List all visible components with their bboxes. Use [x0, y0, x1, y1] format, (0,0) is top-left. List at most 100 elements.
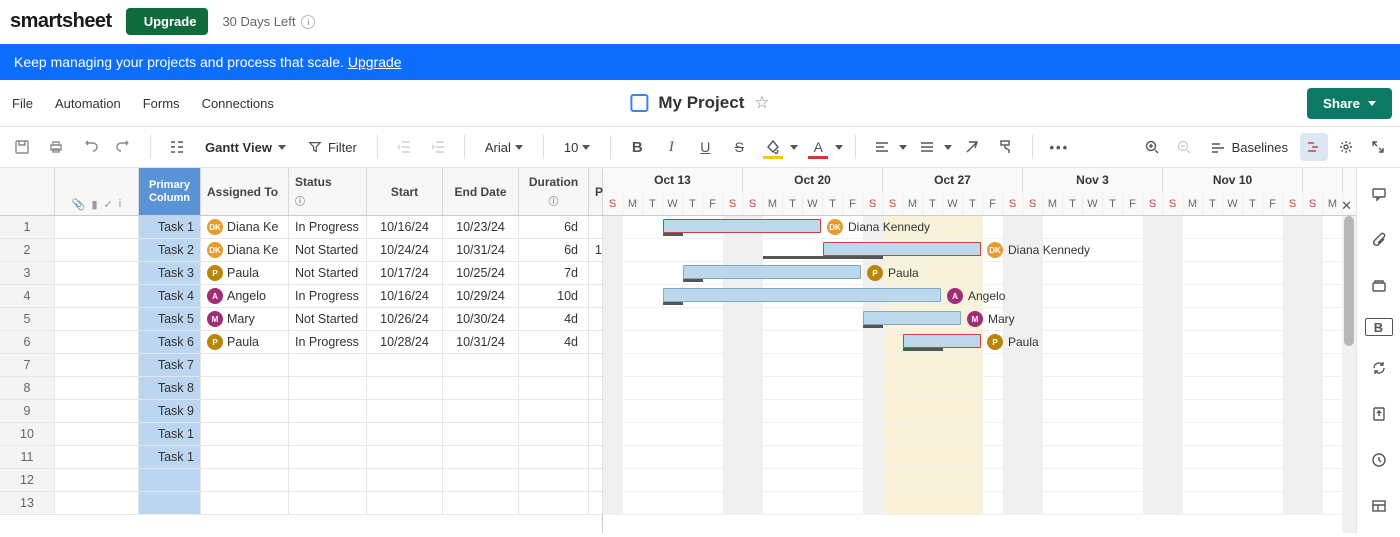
brandkit-icon[interactable]: B↓	[1365, 318, 1393, 336]
table-row[interactable]: 2Task 2DKDiana KeNot Started10/24/2410/3…	[0, 239, 602, 262]
view-selector[interactable]: Gantt View	[197, 140, 294, 155]
gantt-row[interactable]: AAngelo	[603, 285, 1356, 308]
outdent-icon[interactable]	[390, 133, 418, 161]
week-header[interactable]: Oct 13	[603, 168, 743, 192]
row-indicators[interactable]	[55, 469, 139, 491]
gantt-bar[interactable]	[903, 334, 981, 348]
cell-status[interactable]: Not Started	[289, 308, 367, 330]
gantt-row[interactable]: PPaula	[603, 262, 1356, 285]
format-painter-icon[interactable]	[992, 133, 1020, 161]
table-row[interactable]: 5Task 5MMaryNot Started10/26/2410/30/244…	[0, 308, 602, 331]
cell-status[interactable]	[289, 400, 367, 422]
cell-start[interactable]	[367, 492, 443, 514]
col-primary[interactable]: Primary Column	[139, 168, 201, 215]
cell-primary[interactable]	[139, 469, 201, 491]
cell-start[interactable]	[367, 354, 443, 376]
row-number[interactable]: 8	[0, 377, 55, 399]
row-indicators[interactable]	[55, 239, 139, 261]
cell-end[interactable]: 10/31/24	[443, 331, 519, 353]
row-indicators[interactable]	[55, 285, 139, 307]
gantt-body[interactable]: DKDiana KennedyDKDiana KennedyPPaulaAAng…	[603, 216, 1356, 515]
cell-assigned[interactable]	[201, 354, 289, 376]
table-row[interactable]: 4Task 4AAngeloIn Progress10/16/2410/29/2…	[0, 285, 602, 308]
row-number[interactable]: 10	[0, 423, 55, 445]
row-number[interactable]: 3	[0, 262, 55, 284]
table-row[interactable]: 13	[0, 492, 602, 515]
day-header[interactable]: M	[623, 192, 643, 216]
cell-assigned[interactable]	[201, 423, 289, 445]
day-header[interactable]: F	[983, 192, 1003, 216]
scrollbar-thumb[interactable]	[1344, 216, 1354, 346]
proofs-icon[interactable]	[1365, 272, 1393, 300]
gantt-row[interactable]	[603, 400, 1356, 423]
cell-primary[interactable]	[139, 492, 201, 514]
strikethrough-icon[interactable]: S	[725, 133, 753, 161]
day-header[interactable]: M	[903, 192, 923, 216]
cell-assigned[interactable]: PPaula	[201, 331, 289, 353]
cell-end[interactable]: 10/30/24	[443, 308, 519, 330]
day-header[interactable]: S	[1143, 192, 1163, 216]
day-header[interactable]: S	[1163, 192, 1183, 216]
cell-status[interactable]	[289, 492, 367, 514]
cell-primary[interactable]: Task 1	[139, 446, 201, 468]
day-header[interactable]: S	[1303, 192, 1323, 216]
day-header[interactable]: T	[643, 192, 663, 216]
attachments-icon[interactable]	[1365, 226, 1393, 254]
cell-status[interactable]: In Progress	[289, 331, 367, 353]
italic-icon[interactable]: I	[657, 133, 685, 161]
day-header[interactable]: M	[1323, 192, 1343, 216]
table-row[interactable]: 6Task 6PPaulaIn Progress10/28/2410/31/24…	[0, 331, 602, 354]
gantt-row[interactable]	[603, 492, 1356, 515]
day-header[interactable]: T	[963, 192, 983, 216]
font-size-selector[interactable]: 10	[556, 140, 598, 155]
gantt-bar[interactable]	[823, 242, 981, 256]
col-predecessors[interactable]: P	[589, 168, 603, 215]
undo-icon[interactable]	[76, 133, 104, 161]
col-assigned[interactable]: Assigned To	[201, 168, 289, 215]
cell-status[interactable]: Not Started	[289, 262, 367, 284]
cell-predecessors[interactable]	[589, 492, 603, 514]
print-icon[interactable]	[42, 133, 70, 161]
menu-file[interactable]: File	[12, 96, 33, 111]
cell-start[interactable]	[367, 423, 443, 445]
chevron-down-icon[interactable]	[944, 145, 952, 150]
row-indicators[interactable]	[55, 308, 139, 330]
day-header[interactable]: W	[1083, 192, 1103, 216]
cell-primary[interactable]: Task 3	[139, 262, 201, 284]
row-number[interactable]: 13	[0, 492, 55, 514]
day-header[interactable]: S	[743, 192, 763, 216]
week-header[interactable]: Nov 10	[1163, 168, 1303, 192]
day-header[interactable]: F	[703, 192, 723, 216]
day-header[interactable]: T	[823, 192, 843, 216]
hierarchy-icon[interactable]	[163, 133, 191, 161]
align-horizontal-icon[interactable]	[868, 133, 896, 161]
cell-assigned[interactable]	[201, 469, 289, 491]
filter-button[interactable]: Filter	[300, 140, 365, 155]
cell-end[interactable]	[443, 423, 519, 445]
row-indicators[interactable]	[55, 492, 139, 514]
day-header[interactable]: S	[1283, 192, 1303, 216]
cell-duration[interactable]	[519, 423, 589, 445]
row-number[interactable]: 5	[0, 308, 55, 330]
day-header[interactable]: T	[783, 192, 803, 216]
day-header[interactable]: T	[1243, 192, 1263, 216]
row-indicators[interactable]	[55, 400, 139, 422]
row-indicators[interactable]	[55, 423, 139, 445]
settings-icon[interactable]	[1332, 133, 1360, 161]
day-header[interactable]: W	[663, 192, 683, 216]
cell-assigned[interactable]	[201, 492, 289, 514]
cell-primary[interactable]: Task 5	[139, 308, 201, 330]
more-icon[interactable]: •••	[1045, 133, 1073, 161]
table-row[interactable]: 3Task 3PPaulaNot Started10/17/2410/25/24…	[0, 262, 602, 285]
cell-status[interactable]	[289, 469, 367, 491]
day-header[interactable]: W	[1223, 192, 1243, 216]
cell-status[interactable]: Not Started	[289, 239, 367, 261]
critical-path-icon[interactable]	[1300, 133, 1328, 161]
day-header[interactable]: S	[883, 192, 903, 216]
week-header[interactable]: Oct 27	[883, 168, 1023, 192]
update-requests-icon[interactable]	[1365, 354, 1393, 382]
cell-assigned[interactable]: DKDiana Ke	[201, 216, 289, 238]
cell-start[interactable]	[367, 469, 443, 491]
day-header[interactable]: F	[1123, 192, 1143, 216]
gantt-bar[interactable]	[863, 311, 961, 325]
